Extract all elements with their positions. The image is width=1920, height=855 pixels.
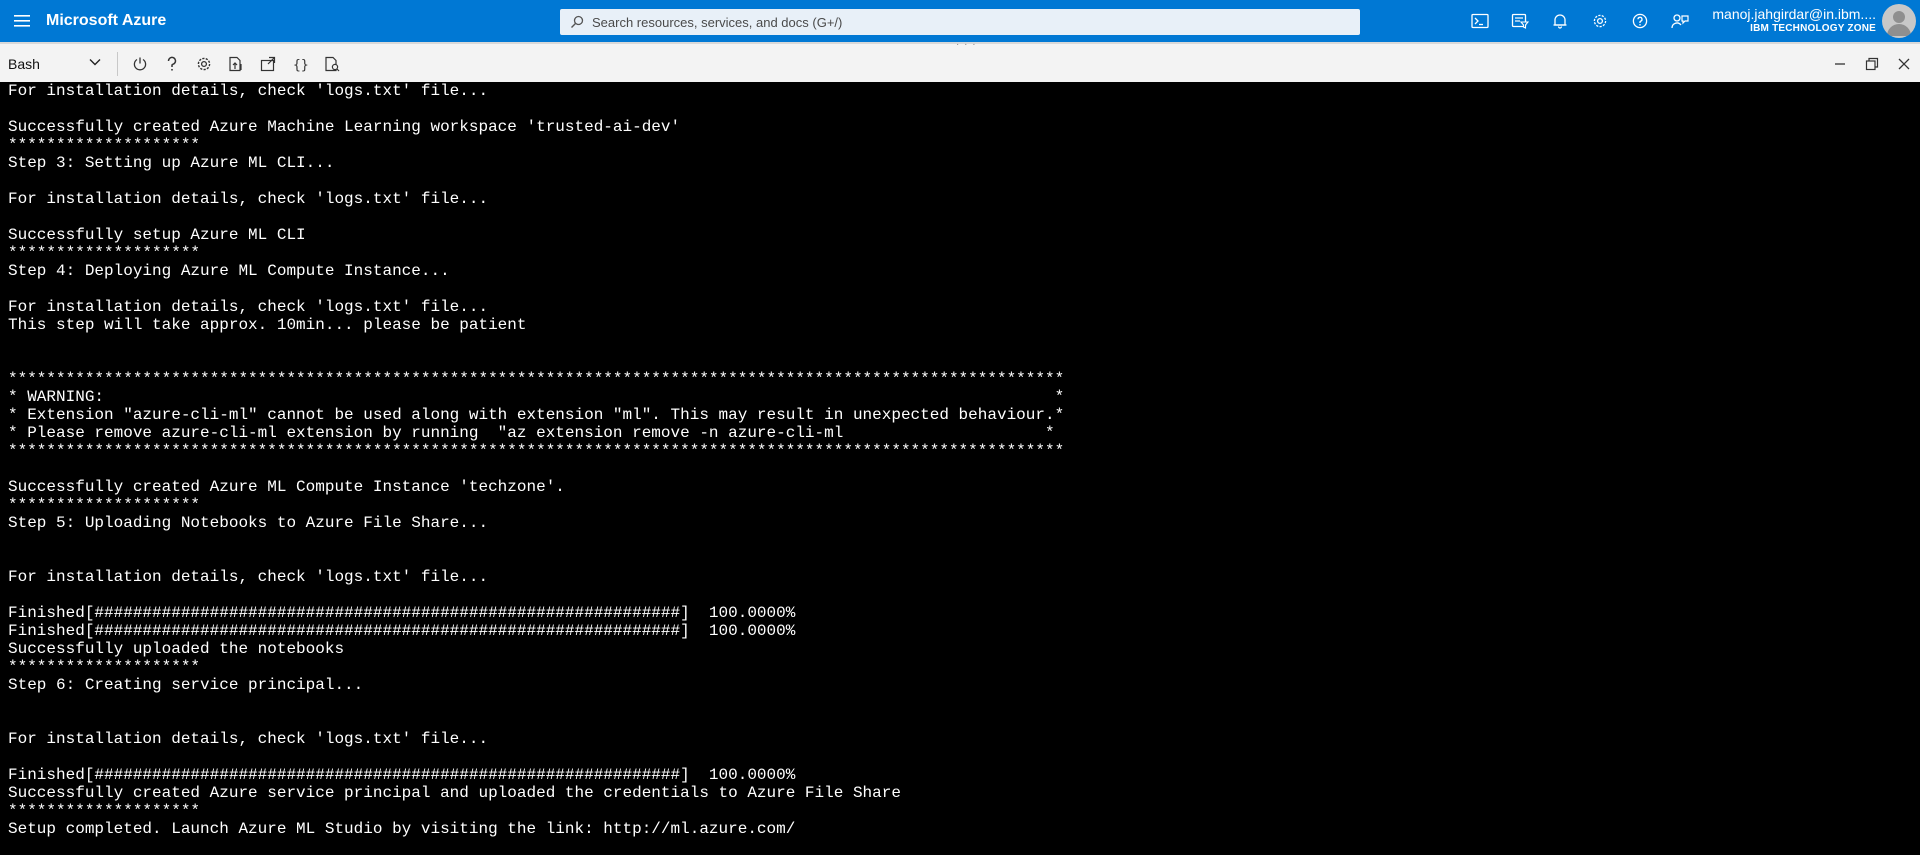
svg-text:{}: {} — [293, 58, 308, 72]
shell-type-label: Bash — [8, 56, 40, 72]
directory-filter-icon[interactable] — [1500, 0, 1540, 42]
shell-tool-group: {} — [124, 52, 348, 76]
window-controls — [1824, 52, 1920, 76]
top-icon-group — [1460, 0, 1700, 42]
terminal-line: ******************** — [8, 658, 201, 676]
chevron-down-icon — [88, 55, 102, 69]
maximize-icon[interactable] — [1856, 52, 1888, 76]
search-placeholder: Search resources, services, and docs (G+… — [592, 14, 843, 30]
azure-top-bar: Microsoft Azure Search resources, servic… — [0, 0, 1920, 42]
shell-type-select[interactable]: Bash — [8, 53, 108, 75]
terminal-line: Successfully created Azure Machine Learn… — [8, 118, 681, 136]
terminal-line: ******************** — [8, 136, 201, 154]
terminal-line: Finished[###############################… — [8, 622, 796, 640]
terminal-line: For installation details, check 'logs.tx… — [8, 730, 489, 748]
terminal-line: Step 3: Setting up Azure ML CLI... — [8, 154, 335, 172]
terminal-line: ******************** — [8, 496, 201, 514]
account-name: manoj.jahgirdar@in.ibm.... — [1712, 6, 1876, 22]
terminal-line: Successfully setup Azure ML CLI — [8, 226, 306, 244]
menu-icon[interactable] — [0, 0, 46, 42]
terminal-line: Successfully created Azure service princ… — [8, 784, 901, 802]
terminal-line: Step 5: Uploading Notebooks to Azure Fil… — [8, 514, 489, 532]
toolbar-divider — [117, 52, 118, 76]
account-org: IBM TECHNOLOGY ZONE — [1750, 23, 1876, 34]
terminal-line: Finished[###############################… — [8, 766, 796, 784]
brand-title[interactable]: Microsoft Azure — [46, 12, 560, 30]
terminal-line: Successfully uploaded the notebooks — [8, 640, 345, 658]
minimize-icon[interactable] — [1824, 52, 1856, 76]
terminal-line: * Extension "azure-cli-ml" cannot be use… — [8, 406, 1065, 424]
terminal-line: * Please remove azure-cli-ml extension b… — [8, 424, 1055, 442]
feedback-icon[interactable] — [1660, 0, 1700, 42]
terminal-line: ******************** — [8, 244, 201, 262]
help-icon[interactable] — [156, 52, 188, 76]
settings-icon[interactable] — [1580, 0, 1620, 42]
search-input[interactable]: Search resources, services, and docs (G+… — [560, 9, 1360, 35]
terminal-line: * WARNING: * — [8, 388, 1065, 406]
terminal-line: Finished[###############################… — [8, 604, 796, 622]
terminal-line: For installation details, check 'logs.tx… — [8, 568, 489, 586]
notifications-icon[interactable] — [1540, 0, 1580, 42]
terminal-line: Successfully created Azure ML Compute In… — [8, 478, 565, 496]
open-new-session-icon[interactable] — [252, 52, 284, 76]
cloud-shell-icon[interactable] — [1460, 0, 1500, 42]
settings-icon[interactable] — [188, 52, 220, 76]
terminal-line: Setup completed. Launch Azure ML Studio … — [8, 820, 796, 838]
terminal-line: Step 4: Deploying Azure ML Compute Insta… — [8, 262, 450, 280]
search-icon — [570, 15, 584, 29]
power-icon[interactable] — [124, 52, 156, 76]
terminal-line: ****************************************… — [8, 442, 1065, 460]
editor-icon[interactable]: {} — [284, 52, 316, 76]
terminal-output[interactable]: For installation details, check 'logs.tx… — [0, 82, 1920, 855]
account-info[interactable]: manoj.jahgirdar@in.ibm.... IBM TECHNOLOG… — [1712, 6, 1876, 35]
terminal-line: For installation details, check 'logs.tx… — [8, 190, 489, 208]
web-preview-icon[interactable] — [316, 52, 348, 76]
terminal-line: ****************************************… — [8, 370, 1065, 388]
terminal-line: Step 6: Creating service principal... — [8, 676, 364, 694]
terminal-line: ******************** — [8, 802, 201, 820]
close-icon[interactable] — [1888, 52, 1920, 76]
resize-handle[interactable]: · · · — [956, 40, 977, 50]
avatar[interactable] — [1882, 4, 1916, 38]
cloud-shell-toolbar: · · · Bash {} — [0, 40, 1920, 82]
help-icon[interactable] — [1620, 0, 1660, 42]
terminal-line: For installation details, check 'logs.tx… — [8, 82, 489, 100]
terminal-line: For installation details, check 'logs.tx… — [8, 298, 489, 316]
upload-download-icon[interactable] — [220, 52, 252, 76]
terminal-line: This step will take approx. 10min... ple… — [8, 316, 527, 334]
